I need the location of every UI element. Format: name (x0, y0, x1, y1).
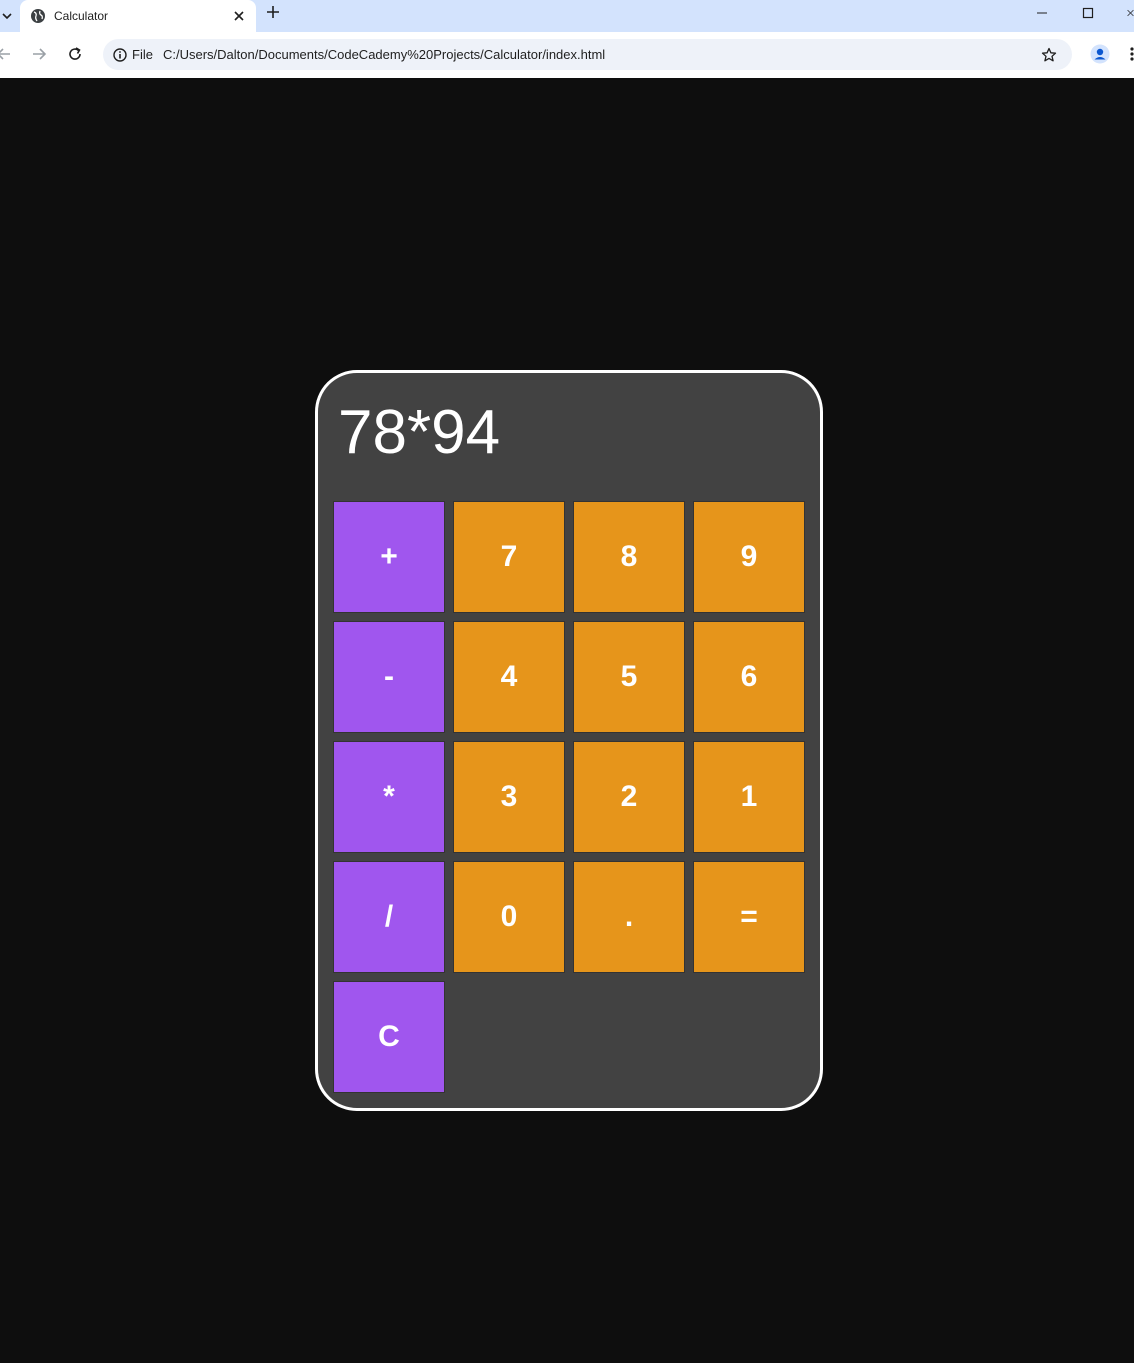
key-equals[interactable]: = (693, 861, 805, 973)
back-button[interactable] (0, 40, 18, 68)
maximize-icon (1082, 7, 1094, 19)
key-zero[interactable]: 0 (453, 861, 565, 973)
browser-menu-button[interactable] (1126, 40, 1134, 68)
key-eight[interactable]: 8 (573, 501, 685, 613)
key-seven[interactable]: 7 (453, 501, 565, 613)
reload-icon (69, 47, 81, 60)
info-icon (113, 47, 127, 62)
arrow-right-icon (33, 48, 47, 60)
key-minus[interactable]: - (333, 621, 445, 733)
browser-toolbar: File C:/Users/Dalton/Documents/CodeCadem… (0, 32, 1134, 78)
key-two[interactable]: 2 (573, 741, 685, 853)
site-info-button[interactable]: File (109, 43, 157, 66)
close-tab-button[interactable] (228, 5, 250, 27)
calculator: 78*94 + 7 8 9 - 4 5 6 * 3 2 1 / 0 . = C (315, 370, 823, 1111)
tab-title: Calculator (54, 9, 109, 23)
profile-button[interactable] (1086, 40, 1114, 68)
key-divide[interactable]: / (333, 861, 445, 973)
key-five[interactable]: 5 (573, 621, 685, 733)
chevron-down-icon (2, 13, 12, 20)
key-plus[interactable]: + (333, 501, 445, 613)
tab-search-button[interactable] (0, 0, 14, 32)
close-icon (1127, 9, 1134, 17)
key-multiply[interactable]: * (333, 741, 445, 853)
key-one[interactable]: 1 (693, 741, 805, 853)
star-icon (1041, 47, 1056, 61)
maximize-button[interactable] (1065, 0, 1111, 26)
new-tab-button[interactable] (262, 1, 284, 23)
key-four[interactable]: 4 (453, 621, 565, 733)
tab-strip: Calculator (0, 0, 1134, 32)
globe-icon (30, 8, 46, 24)
key-clear[interactable]: C (333, 981, 445, 1093)
page-viewport: 78*94 + 7 8 9 - 4 5 6 * 3 2 1 / 0 . = C (0, 78, 1134, 1363)
minimize-icon (1037, 12, 1047, 14)
kebab-menu-icon (1130, 47, 1134, 61)
close-window-button[interactable] (1111, 0, 1134, 26)
key-three[interactable]: 3 (453, 741, 565, 853)
bookmark-button[interactable] (1037, 43, 1060, 66)
key-six[interactable]: 6 (693, 621, 805, 733)
plus-icon (267, 6, 279, 18)
avatar-icon (1090, 44, 1110, 64)
close-icon (234, 11, 244, 21)
active-tab[interactable]: Calculator (20, 0, 256, 32)
calculator-display: 78*94 (338, 398, 501, 467)
arrow-left-icon (0, 48, 10, 60)
address-bar[interactable]: File C:/Users/Dalton/Documents/CodeCadem… (103, 39, 1072, 70)
key-nine[interactable]: 9 (693, 501, 805, 613)
reload-button[interactable] (61, 40, 89, 68)
key-decimal[interactable]: . (573, 861, 685, 973)
url-text[interactable]: C:/Users/Dalton/Documents/CodeCademy%20P… (163, 39, 605, 70)
site-info-label: File (132, 47, 153, 62)
minimize-button[interactable] (1019, 0, 1065, 26)
forward-button[interactable] (25, 40, 53, 68)
